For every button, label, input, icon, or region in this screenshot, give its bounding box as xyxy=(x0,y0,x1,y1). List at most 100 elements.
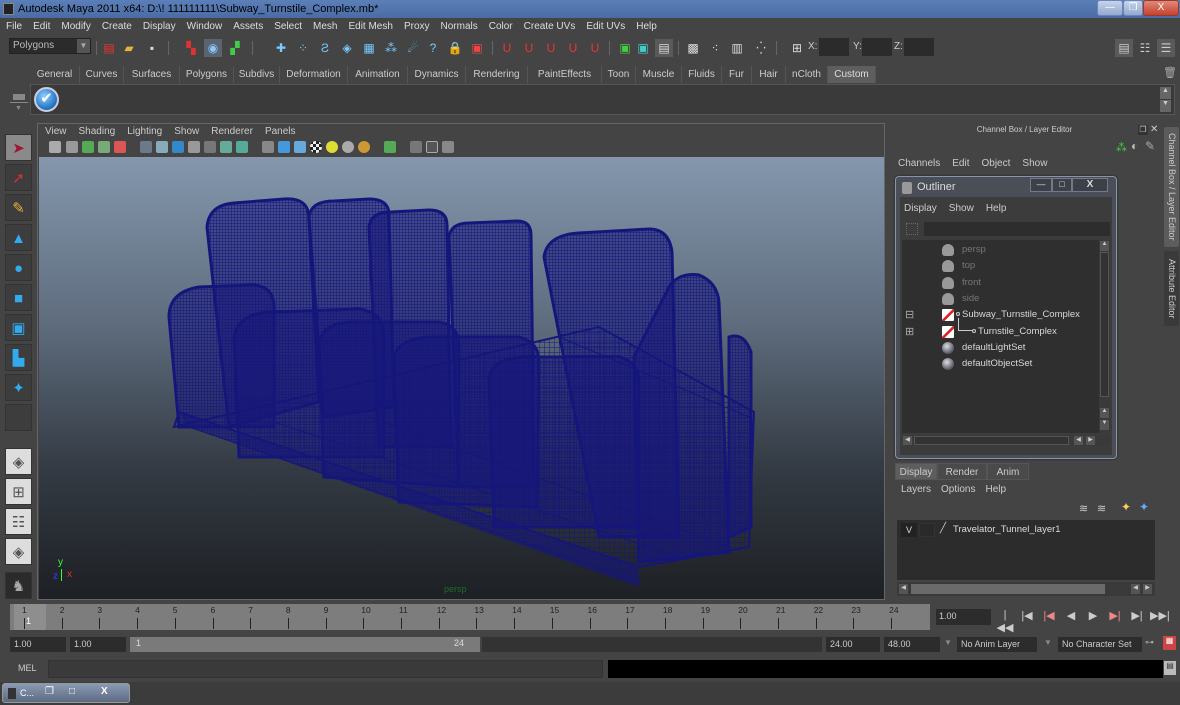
shelf-menu-grip[interactable]: ▼ xyxy=(10,86,28,116)
camera-select-icon[interactable] xyxy=(49,141,61,153)
wire-on-shaded-icon[interactable] xyxy=(294,141,306,153)
wireframe-icon[interactable] xyxy=(140,141,152,153)
paint-select-tool-icon[interactable]: ✎ xyxy=(5,194,32,221)
character-set-dropdown-icon[interactable]: ▼ xyxy=(1044,638,1052,647)
layer-tab-display[interactable]: Display xyxy=(895,463,937,480)
new-layer-selected-icon[interactable]: ≋ xyxy=(1079,502,1088,515)
snap-magnet-live-icon[interactable]: U xyxy=(586,39,604,57)
shelf-tab-fluids[interactable]: Fluids xyxy=(682,66,722,83)
gold-sphere-icon[interactable] xyxy=(358,141,370,153)
outliner-item[interactable]: front xyxy=(902,275,1099,291)
minimize-button[interactable]: — xyxy=(1097,0,1123,16)
textured-icon[interactable] xyxy=(172,141,184,153)
animation-start-field[interactable]: 1.00 xyxy=(10,637,66,652)
close-icon[interactable]: X xyxy=(101,686,108,697)
outliner-persp-layout-icon[interactable]: ☷ xyxy=(5,508,32,535)
layer-horizontal-scrollbar[interactable]: ◀ ◀ ▶ xyxy=(897,582,1155,596)
play-backwards-icon[interactable]: ◀ xyxy=(1062,609,1080,622)
channel-box-menu-object[interactable]: Object xyxy=(976,157,1017,171)
manipulator-axes-icon[interactable]: ⁂ xyxy=(1116,141,1127,154)
minimized-window[interactable]: C... ❐ □ X xyxy=(2,683,130,703)
select-tool-icon[interactable]: ➤ xyxy=(5,134,32,161)
history-icon[interactable]: ⁂ xyxy=(382,39,400,57)
layer-color-icon[interactable]: ╱ xyxy=(940,523,946,534)
viewport-menu-renderer[interactable]: Renderer xyxy=(204,124,258,140)
menu-window[interactable]: Window xyxy=(181,18,228,35)
hypershade-icon[interactable]: ⁛ xyxy=(752,39,770,57)
select-highlight-icon[interactable] xyxy=(384,141,396,153)
open-scene-icon[interactable]: ▰ xyxy=(120,39,138,57)
channel-box-menu-show[interactable]: Show xyxy=(1016,157,1053,171)
viewport-menu-lighting[interactable]: Lighting xyxy=(120,124,167,140)
shelf-tab-animation[interactable]: Animation xyxy=(348,66,408,83)
attribute-editor-side-tab[interactable]: Attribute Editor xyxy=(1164,251,1179,326)
shelf-tab-deformation[interactable]: Deformation xyxy=(280,66,348,83)
smooth-shade-icon[interactable] xyxy=(156,141,168,153)
outliner-item[interactable]: side xyxy=(902,291,1099,307)
default-light-icon[interactable] xyxy=(326,141,338,153)
scale-tool-icon[interactable]: ■ xyxy=(5,284,32,311)
rotate-tool-icon[interactable]: ● xyxy=(5,254,32,281)
shelf-tab-fur[interactable]: Fur xyxy=(722,66,752,83)
move-tool-icon[interactable]: ▲ xyxy=(5,224,32,251)
current-time-field[interactable]: 1.00 xyxy=(936,609,991,625)
play-forwards-icon[interactable]: ▶ xyxy=(1084,609,1102,622)
outliner-minimize-button[interactable]: — xyxy=(1030,178,1052,192)
shelf-tab-custom[interactable]: Custom xyxy=(828,66,876,83)
layer-visibility-toggle[interactable]: V xyxy=(901,523,917,537)
snap-point-icon[interactable]: Ƨ xyxy=(316,39,334,57)
shelf-tab-polygons[interactable]: Polygons xyxy=(180,66,234,83)
material-sphere-icon[interactable] xyxy=(342,141,354,153)
viewport-menu-shading[interactable]: Shading xyxy=(72,124,121,140)
outliner-vertical-scrollbar[interactable]: ▲ ▲ ▼ xyxy=(1099,240,1110,433)
render-icon[interactable]: ☄ xyxy=(404,39,422,57)
select-component-icon[interactable]: ▞ xyxy=(226,39,244,57)
close-panel-icon[interactable]: ✕ xyxy=(1150,124,1158,135)
shelf-tab-painteffects[interactable]: PaintEffects xyxy=(528,66,602,83)
ipr-render-icon[interactable]: ⁖ xyxy=(706,39,724,57)
channel-box-side-tab[interactable]: Channel Box / Layer Editor xyxy=(1164,127,1179,247)
step-forward-frame-icon[interactable]: ▶| xyxy=(1128,609,1146,622)
grid-icon[interactable] xyxy=(114,141,126,153)
animation-end-field[interactable]: 48.00 xyxy=(884,637,940,652)
perspective-viewport[interactable]: View Shading Lighting Show Renderer Panels xyxy=(37,123,885,600)
shelf-tab-general[interactable]: General xyxy=(30,66,80,83)
menu-select[interactable]: Select xyxy=(268,18,307,35)
viewport-menu-panels[interactable]: Panels xyxy=(258,124,301,140)
viewport-menu-view[interactable]: View xyxy=(38,124,72,140)
viewport-scene[interactable]: y z x persp xyxy=(39,157,884,599)
four-view-layout-icon[interactable]: ⊞ xyxy=(5,478,32,505)
channel-box-toggle-icon[interactable]: ◐ xyxy=(1131,139,1138,153)
shaded-box-icon[interactable] xyxy=(278,141,290,153)
channel-box-menu-channels[interactable]: Channels xyxy=(892,157,946,171)
outliner-menu-show[interactable]: Show xyxy=(949,203,974,214)
outliner-menu-help[interactable]: Help xyxy=(986,203,1007,214)
playback-start-field[interactable]: 1.00 xyxy=(70,637,126,652)
show-manipulator-icon[interactable]: ✦ xyxy=(5,374,32,401)
outliner-horizontal-scrollbar[interactable]: ◀ ◀ ▶ xyxy=(902,435,1110,446)
layer-menu-layers[interactable]: Layers xyxy=(901,484,931,495)
menu-set-dropdown[interactable]: Polygons ▼ xyxy=(9,38,91,54)
key-icon[interactable]: ⊶ xyxy=(1145,637,1154,648)
menu-help[interactable]: Help xyxy=(630,18,662,35)
lock-icon[interactable]: 🔒 xyxy=(446,39,464,57)
soft-mod-tool-icon[interactable]: ▙ xyxy=(5,344,32,371)
outliner-item[interactable]: ⊞ Turnstile_Complex xyxy=(902,317,1099,340)
anim-layer-field[interactable]: No Anim Layer xyxy=(957,637,1037,652)
range-start-handle[interactable]: 1 xyxy=(136,638,141,648)
checkmark-shelf-icon[interactable]: ✔ xyxy=(34,87,59,112)
menu-modify[interactable]: Modify xyxy=(55,18,95,35)
shelf-scroll-down-icon[interactable]: ▼ xyxy=(1160,100,1171,112)
snap-grid-icon[interactable]: ✚ xyxy=(272,39,290,57)
transform-input-icon[interactable]: ⊞ xyxy=(788,39,806,57)
time-slider[interactable]: 1 1 2 3 4 5 6 7 8 9 10 11 12 13 14 15 16 17 18 19 20 21 22 23 24 xyxy=(10,604,930,630)
go-to-end-icon[interactable]: ▶▶| xyxy=(1150,609,1170,622)
menu-normals[interactable]: Normals xyxy=(435,18,483,35)
snap-magnet-point-icon[interactable]: U xyxy=(542,39,560,57)
eyedropper-icon[interactable]: ✎ xyxy=(1145,139,1155,153)
make-live-icon[interactable]: ▦ xyxy=(360,39,378,57)
image-plane-icon[interactable] xyxy=(98,141,110,153)
layer-type-toggle[interactable] xyxy=(919,523,935,537)
layer-menu-options[interactable]: Options xyxy=(941,484,975,495)
anim-layer-dropdown-icon[interactable]: ▼ xyxy=(944,638,952,647)
